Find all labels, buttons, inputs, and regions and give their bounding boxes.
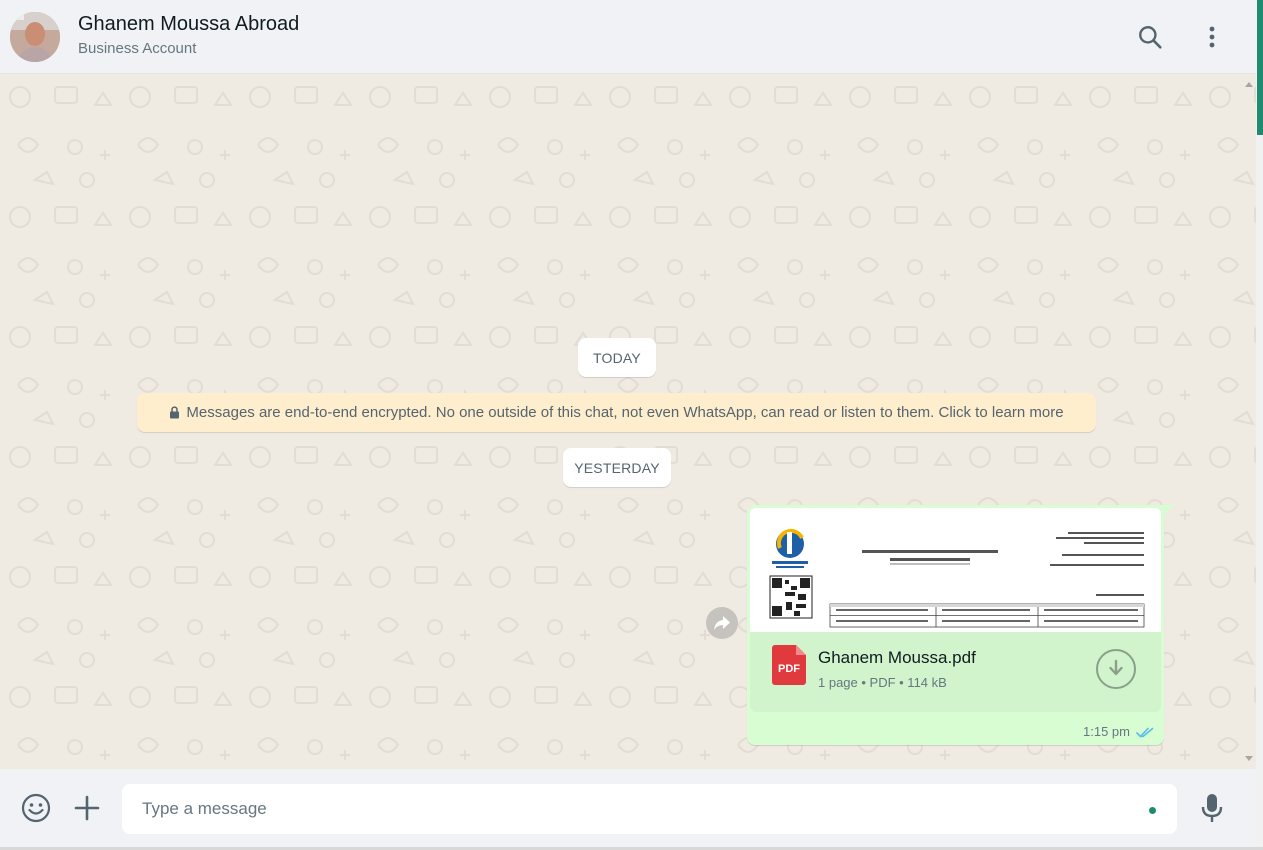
encryption-notice-text: Messages are end-to-end encrypted. No on… <box>186 404 1064 421</box>
contact-info[interactable]: Ghanem Moussa Abroad Business Account <box>78 12 299 60</box>
contact-name: Ghanem Moussa Abroad <box>78 13 300 35</box>
attach-plus-icon[interactable] <box>70 791 104 825</box>
document-preview[interactable] <box>750 508 1161 632</box>
emoji-icon[interactable] <box>19 791 53 825</box>
scroll-down-arrow-icon[interactable] <box>1245 756 1253 761</box>
more-options-icon[interactable] <box>1197 22 1227 52</box>
date-divider-today: TODAY <box>578 338 656 377</box>
message-composer <box>0 769 1256 847</box>
document-file-row[interactable]: PDF Ghanem Moussa.pdf 1 page • PDF • 114… <box>750 632 1161 712</box>
document-thumbnail <box>750 508 1161 632</box>
search-icon[interactable] <box>1135 22 1165 52</box>
download-button[interactable] <box>1096 649 1136 689</box>
pdf-file-type: PDF <box>778 663 800 675</box>
lock-icon <box>170 406 180 419</box>
pdf-file-icon: PDF <box>772 645 806 685</box>
input-status-dot <box>1149 807 1156 814</box>
outgoing-message[interactable]: PDF Ghanem Moussa.pdf 1 page • PDF • 114… <box>747 505 1164 745</box>
encryption-notice[interactable]: Messages are end-to-end encrypted. No on… <box>137 393 1096 432</box>
microphone-icon[interactable] <box>1195 791 1229 825</box>
forward-icon <box>714 616 730 630</box>
date-divider-yesterday: YESTERDAY <box>563 448 671 487</box>
message-input[interactable] <box>122 784 1177 834</box>
chat-area: TODAY Messages are end-to-end encrypted.… <box>0 75 1256 769</box>
chat-header: Ghanem Moussa Abroad Business Account <box>0 0 1256 74</box>
scrollbar-thumb[interactable] <box>1257 0 1263 135</box>
forward-button[interactable] <box>706 607 738 639</box>
read-ticks-icon <box>1136 727 1154 738</box>
contact-subtitle: Business Account <box>78 40 197 57</box>
file-meta: 1 page • PDF • 114 kB <box>818 675 947 690</box>
download-arrow-icon <box>1109 659 1123 676</box>
file-name: Ghanem Moussa.pdf <box>818 648 976 667</box>
scroll-up-arrow-icon[interactable] <box>1245 82 1253 87</box>
contact-avatar[interactable] <box>10 12 60 62</box>
message-time: 1:15 pm <box>1083 724 1130 739</box>
